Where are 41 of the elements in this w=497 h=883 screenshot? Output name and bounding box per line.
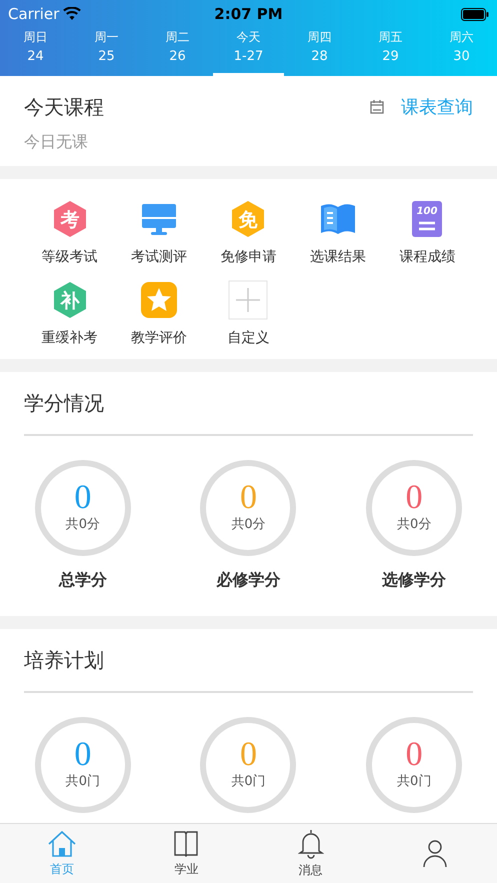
person-icon <box>422 838 448 868</box>
stat-total: 共0门 <box>397 773 432 792</box>
day-tab[interactable]: 周一 25 <box>71 28 142 76</box>
stat-total: 共0分 <box>397 516 432 534</box>
bell-icon <box>298 828 324 858</box>
stat-value: 0 <box>74 481 92 516</box>
stat-label: 总学分 <box>58 569 107 591</box>
stat-value: 0 <box>74 738 92 772</box>
stat-label: 必修学分 <box>216 569 280 591</box>
carrier-label: Carrier <box>8 4 60 25</box>
section-title: 培养计划 <box>24 648 104 672</box>
shortcut-item[interactable]: 选课结果 <box>293 199 383 268</box>
shortcut-item[interactable]: 100 课程成绩 <box>382 199 472 268</box>
stat-total: 共0分 <box>231 516 266 534</box>
book-icon <box>172 830 200 858</box>
plus-icon <box>228 280 268 320</box>
stat-value: 0 <box>240 481 257 516</box>
shortcut-item[interactable]: 考试测评 <box>114 199 204 268</box>
stat-total: 共0门 <box>66 773 100 792</box>
shortcut-item[interactable]: 免 免修申请 <box>204 199 294 268</box>
stat-total: 共0分 <box>66 516 100 534</box>
stat-value: 0 <box>406 481 423 516</box>
wifi-icon <box>63 7 82 21</box>
tab-bar-item[interactable]: 学业 <box>124 824 248 883</box>
tab-bar-item[interactable]: 消息 <box>248 824 373 883</box>
shortcut-item[interactable]: 自定义 <box>204 280 294 349</box>
section-title: 学分情况 <box>24 391 104 415</box>
stat-value: 0 <box>406 738 423 772</box>
calendar-icon <box>369 99 385 115</box>
home-icon <box>47 830 78 858</box>
section-title: 今天课程 <box>24 94 104 121</box>
stat-value: 0 <box>240 738 257 772</box>
shortcut-item[interactable]: 教学评价 <box>114 280 204 349</box>
stat-label: 选修学分 <box>382 569 446 591</box>
stat-total: 共0门 <box>231 773 266 792</box>
shortcut-item[interactable]: 考 等级考试 <box>25 199 114 268</box>
shortcut-item[interactable]: 补 重缓补考 <box>25 280 114 349</box>
battery-icon <box>461 8 489 20</box>
empty-message: 今日无课 <box>24 131 89 153</box>
day-tab[interactable]: 周日 24 <box>0 28 71 76</box>
status-time: 2:07 PM <box>214 4 283 25</box>
